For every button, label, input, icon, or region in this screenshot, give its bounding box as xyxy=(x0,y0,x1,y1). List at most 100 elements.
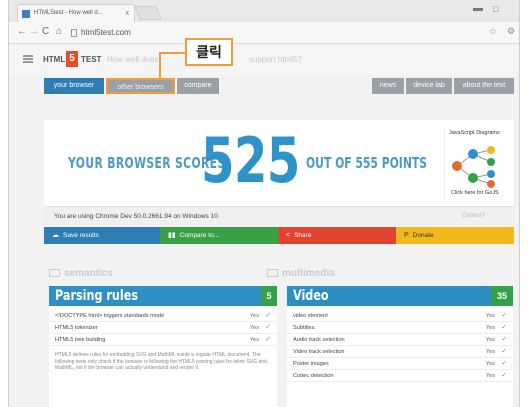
address-bar[interactable]: html5test.com xyxy=(71,25,451,41)
card-title: Video xyxy=(293,288,329,304)
test-label: Poster images xyxy=(293,361,329,367)
parsing-rules-card: Parsing rules 5 <!DOCTYPE html> triggers… xyxy=(49,286,277,407)
new-tab-button[interactable] xyxy=(134,6,162,20)
check-icon: ✓ xyxy=(501,372,507,379)
share-icon: < xyxy=(286,232,291,239)
test-value: Yes xyxy=(249,325,259,331)
check-icon: ✓ xyxy=(501,336,507,343)
card-title: Parsing rules xyxy=(55,288,138,304)
promo-title: JavaScript Diagrams xyxy=(449,130,500,136)
compare-to-button[interactable]: ▮▮ Compare to... xyxy=(160,227,278,244)
test-row[interactable]: video element Yes ✓ xyxy=(287,310,513,322)
action-bar: ☁ Save results ▮▮ Compare to... < Share P Do… xyxy=(44,227,514,244)
test-value: Yes xyxy=(485,325,495,331)
logo-test: TEST xyxy=(81,55,102,64)
multimedia-icon xyxy=(267,269,278,277)
maximize-icon[interactable]: □ xyxy=(493,4,498,14)
promo-cta: Click here for GoJS xyxy=(451,190,499,196)
nav-compare[interactable]: compare xyxy=(177,78,219,94)
address-toolbar: ← → C ⌂ html5test.com ☆ ⚙ xyxy=(9,22,519,44)
check-icon: ✓ xyxy=(501,360,507,367)
test-row[interactable]: Codec detection Yes ✓ xyxy=(287,370,513,382)
check-icon: ✓ xyxy=(265,324,271,331)
section-multimedia-label: multimedia xyxy=(282,268,335,279)
forward-icon[interactable]: → xyxy=(29,26,39,37)
page-icon xyxy=(71,29,77,37)
test-value: Yes xyxy=(485,313,495,319)
nav-other-browsers[interactable]: other browsers xyxy=(106,78,175,94)
tab-close-icon[interactable]: x xyxy=(126,5,130,22)
site-tagline-end: support html5? xyxy=(249,55,302,64)
site-nav: your browser other browsers compare news… xyxy=(9,78,519,96)
callout-connector-horizontal xyxy=(159,52,186,54)
donate-label: Donate xyxy=(412,232,434,239)
score-suffix: OUT OF 555 POINTS xyxy=(306,154,428,172)
site-header: HTML 5 TEST How well does support html5? xyxy=(9,45,519,75)
share-button[interactable]: < Share xyxy=(278,227,396,244)
save-results-button[interactable]: ☁ Save results xyxy=(44,227,160,244)
click-callout: 클릭 xyxy=(185,38,233,66)
home-icon[interactable]: ⌂ xyxy=(56,26,62,37)
user-agent-bar: You are using Chrome Dev 50.0.2661.94 on… xyxy=(44,206,514,226)
diagram-icon xyxy=(452,146,495,188)
browser-window: HTML5test - How well d... x ▬ □ ← → C ⌂ … xyxy=(8,0,520,407)
section-semantics-label: semantics xyxy=(64,268,113,279)
cloud-icon: ☁ xyxy=(52,232,59,239)
card-header[interactable]: Video 35 xyxy=(287,286,513,306)
test-row[interactable]: Poster images Yes ✓ xyxy=(287,358,513,370)
check-icon: ✓ xyxy=(265,336,271,343)
tab-title: HTML5test - How well d... xyxy=(34,10,103,16)
donate-button[interactable]: P Donate xyxy=(396,227,514,244)
nav-your-browser[interactable]: your browser xyxy=(44,78,104,94)
nav-device-lab[interactable]: device lab xyxy=(406,78,452,94)
gojs-promo[interactable]: JavaScript Diagrams Click here for GoJS xyxy=(444,128,506,200)
check-icon: ✓ xyxy=(501,324,507,331)
site-tagline-start: How well does xyxy=(107,55,159,64)
hamburger-menu-icon[interactable] xyxy=(23,55,33,63)
logo-html: HTML xyxy=(43,55,66,64)
extension-icon[interactable]: ☆ xyxy=(489,26,497,37)
test-label: Audio track selection xyxy=(293,337,345,343)
score-number: 525 xyxy=(201,124,300,197)
menu-icon[interactable]: ⚙ xyxy=(507,26,515,37)
reload-icon[interactable]: C xyxy=(42,26,49,37)
test-value: Yes xyxy=(485,373,495,379)
check-icon: ✓ xyxy=(501,348,507,355)
favicon-icon xyxy=(22,10,30,18)
test-row[interactable]: Audio track selection Yes ✓ xyxy=(287,334,513,346)
nav-news[interactable]: news xyxy=(372,78,404,94)
test-label: video element xyxy=(293,313,328,319)
share-label: Share xyxy=(294,232,312,239)
section-multimedia: multimedia xyxy=(267,268,335,279)
browser-tab[interactable]: HTML5test - How well d... x xyxy=(17,4,135,22)
minimize-icon[interactable]: ▬ xyxy=(473,3,483,14)
html5-logo-icon: 5 xyxy=(66,51,78,67)
check-icon: ✓ xyxy=(265,312,271,319)
paypal-icon: P xyxy=(404,232,409,239)
test-label: HTML5 tree building xyxy=(55,337,106,343)
test-row[interactable]: <!DOCTYPE html> triggers standards mode … xyxy=(49,310,277,322)
test-row[interactable]: HTML5 tokenizer Yes ✓ xyxy=(49,322,277,334)
score-panel: YOUR BROWSER SCORES 525 OUT OF 555 POINT… xyxy=(44,120,514,206)
compare-to-label: Compare to... xyxy=(179,232,220,239)
video-card: Video 35 video element Yes ✓ Subtitles Y… xyxy=(287,286,513,407)
test-value: Yes xyxy=(485,361,495,367)
back-icon[interactable]: ← xyxy=(17,26,27,37)
nav-about[interactable]: about the test xyxy=(454,78,514,94)
test-value: Yes xyxy=(485,349,495,355)
card-header[interactable]: Parsing rules 5 xyxy=(49,286,277,306)
test-label: <!DOCTYPE html> triggers standards mode xyxy=(55,313,165,319)
test-row[interactable]: Video track selection Yes ✓ xyxy=(287,346,513,358)
test-label: Subtitles xyxy=(293,325,315,331)
test-label: HTML5 tokenizer xyxy=(55,325,98,331)
semantics-icon xyxy=(49,269,60,277)
section-semantics: semantics xyxy=(49,268,113,279)
test-row[interactable]: HTML5 tree building Yes ✓ xyxy=(49,334,277,346)
url-text: html5test.com xyxy=(81,28,131,37)
callout-connector xyxy=(159,52,161,80)
test-label: Codec detection xyxy=(293,373,334,379)
compare-icon: ▮▮ xyxy=(168,232,176,239)
test-value: Yes xyxy=(249,337,259,343)
correct-link[interactable]: Correct? xyxy=(462,213,485,219)
test-row[interactable]: Subtitles Yes ✓ xyxy=(287,322,513,334)
